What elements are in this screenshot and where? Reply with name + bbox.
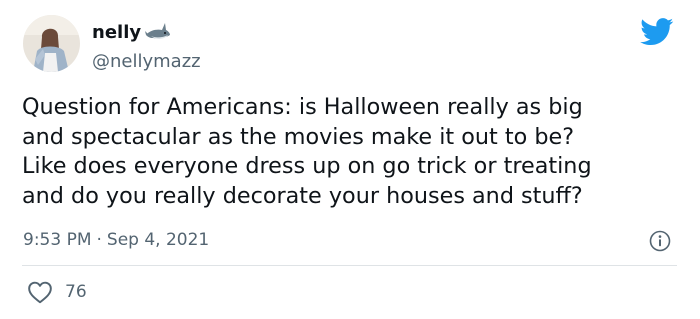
tweet-text-line: Question for Americans: is Halloween rea… (22, 94, 583, 120)
author-name-row: nelly (92, 20, 171, 44)
tweet-text-line: Like does everyone dress up on go trick … (22, 153, 592, 179)
meta-separator: · (96, 230, 102, 250)
tweet-time: 9:53 PM (23, 230, 92, 250)
tweet-card: nelly @nellymazz Question for Americans:… (0, 0, 700, 319)
profile-photo-icon (23, 15, 80, 72)
tweet-text-line: and spectacular as the movies make it ou… (22, 123, 575, 150)
author-handle[interactable]: @nellymazz (92, 51, 201, 72)
like-count: 76 (65, 282, 87, 302)
twitter-bird-icon[interactable] (640, 18, 674, 46)
divider (22, 265, 677, 266)
display-name[interactable]: nelly (92, 22, 141, 43)
avatar[interactable] (23, 15, 80, 72)
shark-icon (145, 23, 171, 39)
heart-icon (28, 281, 52, 304)
tweet-text: Question for Americans: is Halloween rea… (22, 93, 692, 211)
info-icon[interactable] (649, 230, 671, 252)
tweet-date: Sep 4, 2021 (106, 230, 210, 250)
like-button[interactable]: 76 (27, 280, 87, 304)
tweet-text-line: and do you really decorate your houses a… (22, 182, 583, 209)
tweet-timestamp[interactable]: 9:53 PM · Sep 4, 2021 (23, 230, 209, 250)
